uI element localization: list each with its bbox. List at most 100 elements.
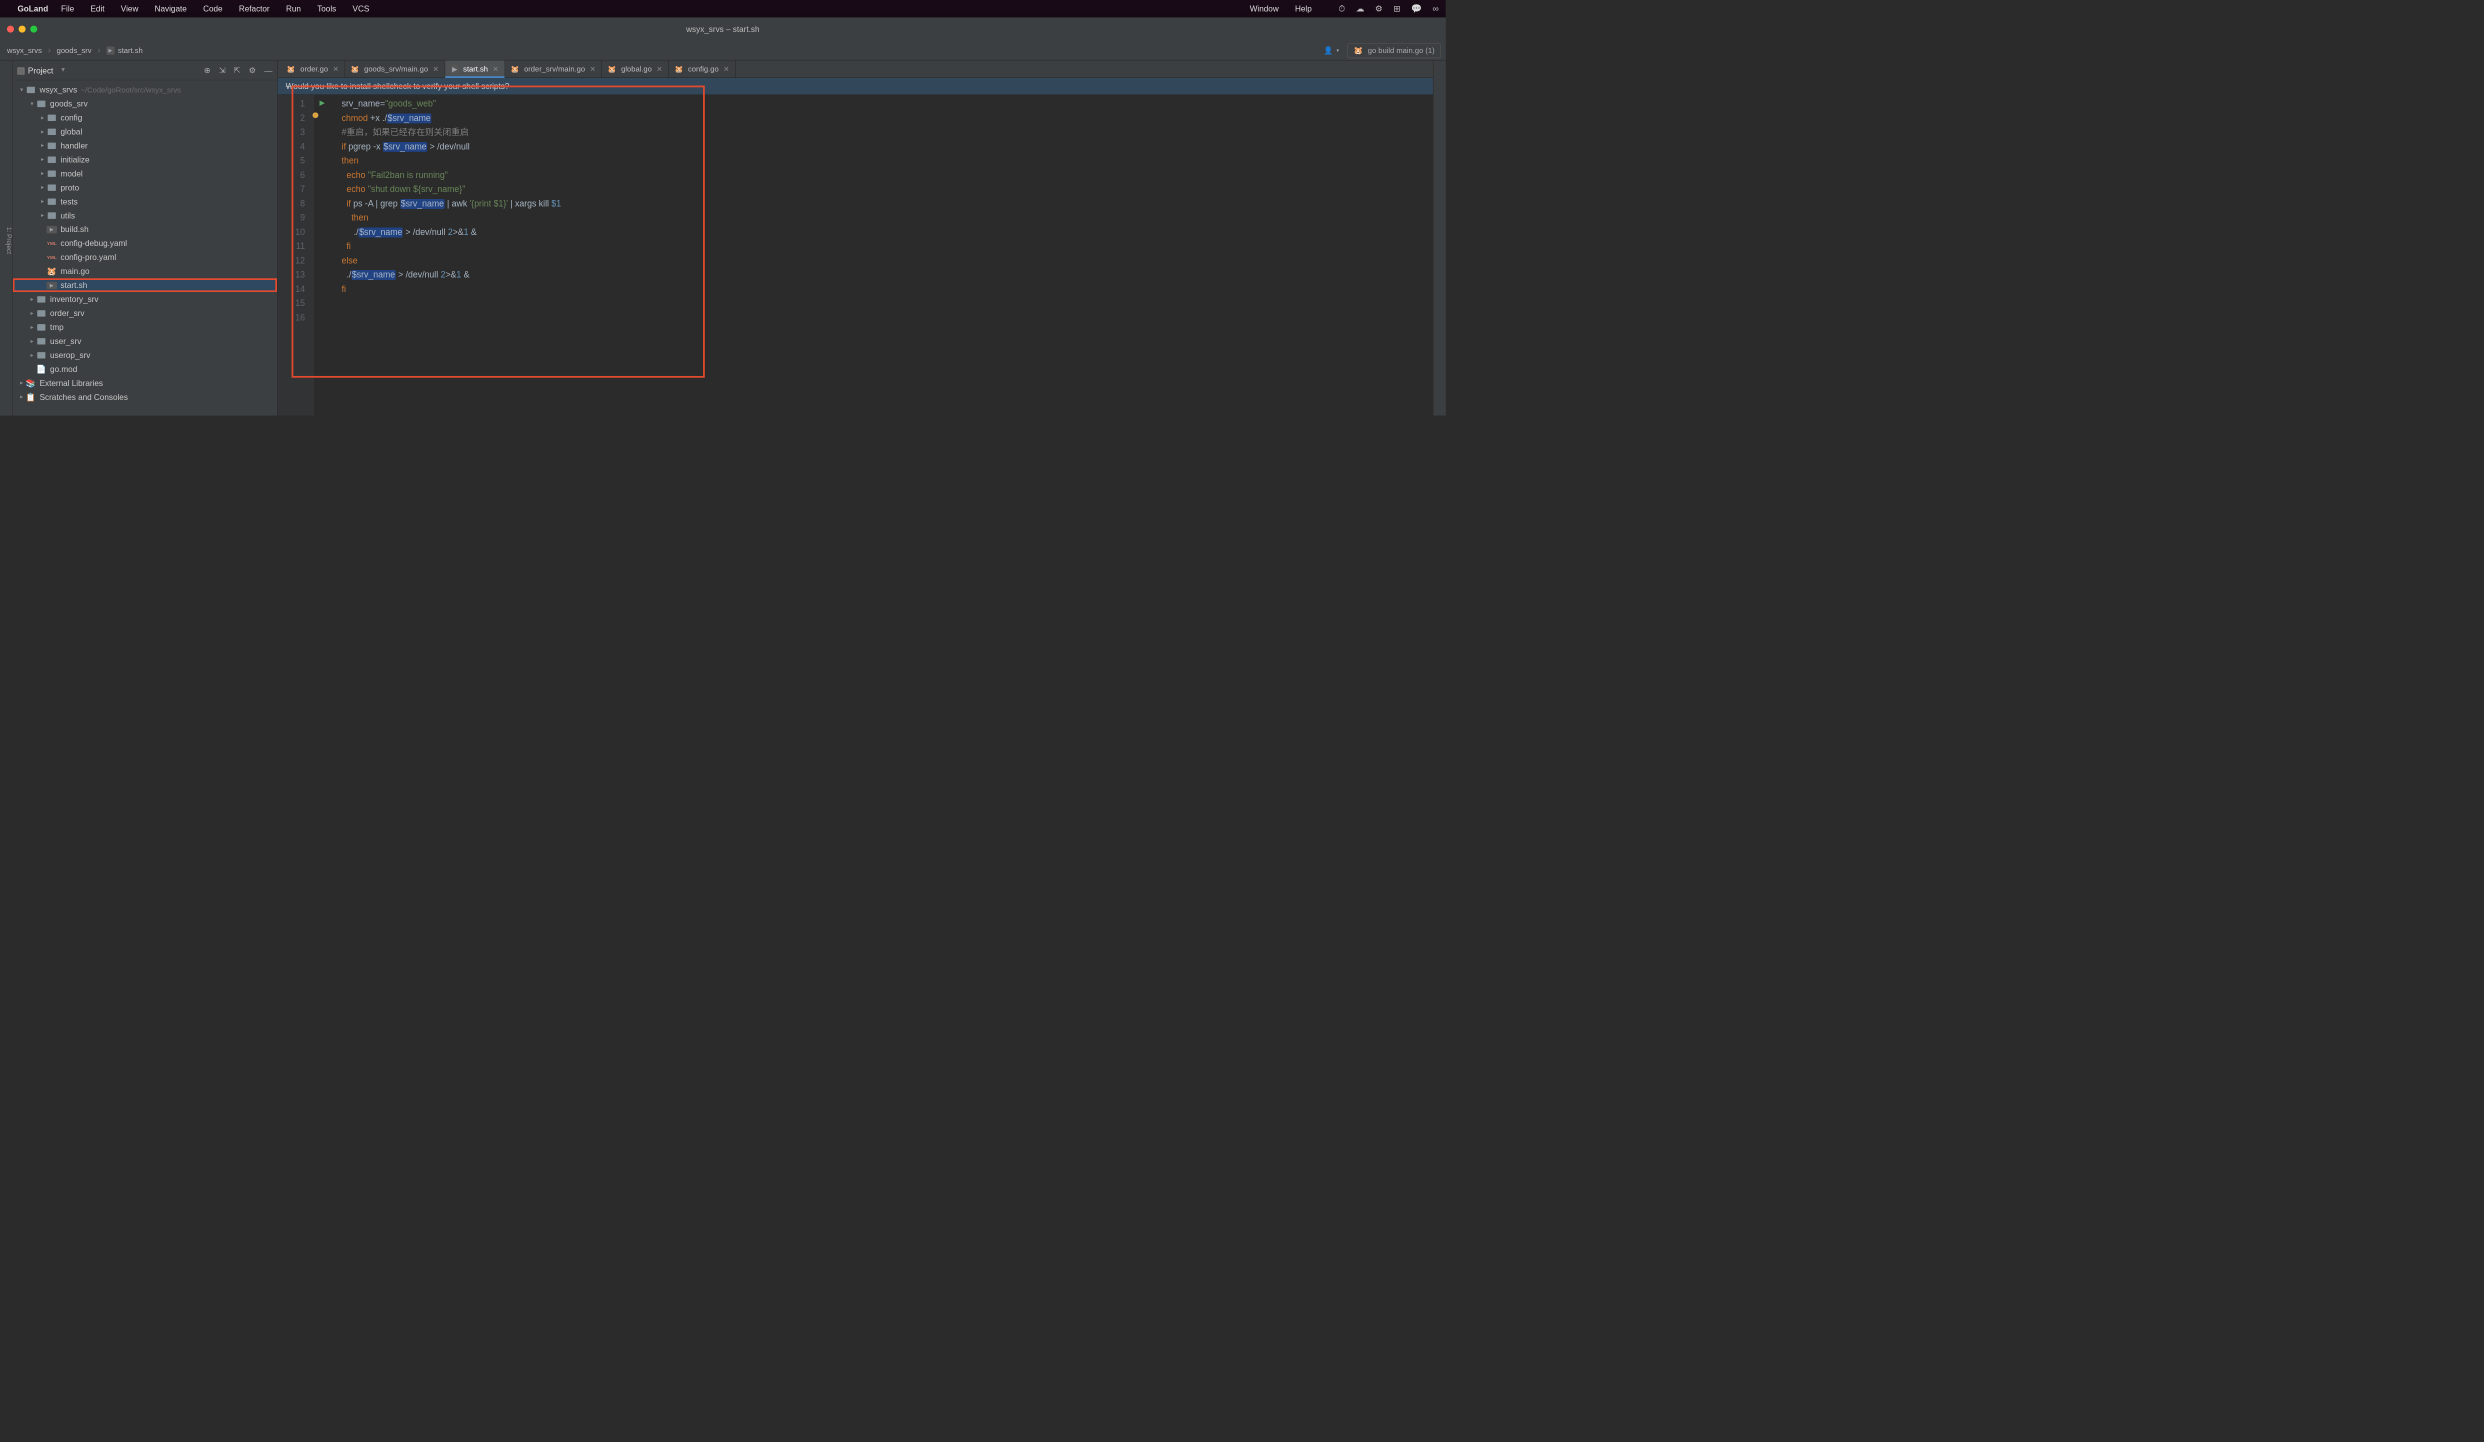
disclosure-icon[interactable]: ▸ — [28, 324, 36, 330]
locate-icon[interactable]: ⊕ — [204, 65, 211, 75]
line-number[interactable]: 3 — [278, 126, 305, 140]
line-number[interactable]: 10 — [278, 226, 305, 240]
tree-row[interactable]: ▶build.sh — [13, 222, 277, 236]
tree-row[interactable]: ▸initialize — [13, 152, 277, 166]
minimize-button[interactable] — [19, 26, 26, 33]
editor-tab[interactable]: 🐹order.go✕ — [281, 61, 345, 78]
code-line[interactable]: #重启，如果已经存在则关闭重启 — [342, 126, 561, 140]
disclosure-icon[interactable]: ▸ — [38, 170, 46, 176]
menu-navigate[interactable]: Navigate — [155, 4, 187, 13]
disclosure-icon[interactable]: ▸ — [17, 394, 25, 400]
disclosure-icon[interactable]: ▸ — [28, 338, 36, 344]
code-line[interactable]: srv_name="goods_web" — [342, 97, 561, 111]
menu-code[interactable]: Code — [203, 4, 222, 13]
close-icon[interactable]: ✕ — [723, 65, 729, 73]
tree-row[interactable]: ▸user_srv — [13, 334, 277, 348]
project-panel-title[interactable]: Project ▼ — [17, 65, 66, 74]
tray-icon-4[interactable]: ⊞ — [1393, 3, 1400, 13]
tree-row[interactable]: ▸utils — [13, 208, 277, 222]
gear-icon[interactable]: ⚙ — [249, 65, 256, 75]
code-line[interactable] — [342, 311, 561, 325]
line-number[interactable]: 1 — [278, 97, 305, 111]
editor-tab[interactable]: 🐹order_srv/main.go✕ — [505, 61, 602, 78]
expand-all-icon[interactable]: ⇲ — [219, 65, 226, 75]
tree-row[interactable]: ▸📚External Libraries — [13, 376, 277, 390]
line-number[interactable]: 15 — [278, 297, 305, 311]
tree-row[interactable]: ▸proto — [13, 180, 277, 194]
disclosure-icon[interactable]: ▸ — [28, 352, 36, 358]
menu-file[interactable]: File — [61, 4, 74, 13]
code-line[interactable]: chmod +x ./$srv_name — [342, 111, 561, 125]
editor-tab[interactable]: 🐹config.go✕ — [669, 61, 736, 78]
code-line[interactable] — [342, 297, 561, 311]
maximize-button[interactable] — [30, 26, 37, 33]
menu-run[interactable]: Run — [286, 4, 301, 13]
tree-row[interactable]: ▸tmp — [13, 320, 277, 334]
menu-view[interactable]: View — [121, 4, 139, 13]
tree-row[interactable]: 🐹main.go — [13, 264, 277, 278]
disclosure-icon[interactable]: ▸ — [38, 114, 46, 120]
collapse-all-icon[interactable]: ⇱ — [234, 65, 241, 75]
code-line[interactable]: if ps -A | grep $srv_name | awk '{print … — [342, 197, 561, 211]
tree-row[interactable]: ▶start.sh — [13, 278, 277, 292]
line-gutter[interactable]: 12345678910111213141516 — [278, 95, 314, 416]
editor-body[interactable]: 12345678910111213141516 ▶ srv_name="good… — [278, 95, 1433, 416]
hide-icon[interactable]: — — [264, 65, 272, 74]
code-line[interactable]: fi — [342, 240, 561, 254]
tray-icon-5[interactable]: 💬 — [1411, 3, 1422, 13]
close-icon[interactable]: ✕ — [493, 65, 499, 73]
line-number[interactable]: 11 — [278, 240, 305, 254]
disclosure-icon[interactable]: ▸ — [17, 380, 25, 386]
tree-row[interactable]: 📄go.mod — [13, 362, 277, 376]
menu-vcs[interactable]: VCS — [353, 4, 370, 13]
close-icon[interactable]: ✕ — [333, 65, 339, 73]
close-icon[interactable]: ✕ — [657, 65, 663, 73]
disclosure-icon[interactable]: ▸ — [38, 198, 46, 204]
tree-row[interactable]: ▸inventory_srv — [13, 292, 277, 306]
tree-row[interactable]: YMLconfig-debug.yaml — [13, 236, 277, 250]
code-line[interactable]: if pgrep -x $srv_name > /dev/null — [342, 140, 561, 154]
code-content[interactable]: srv_name="goods_web"chmod +x ./$srv_name… — [314, 95, 561, 416]
left-tool-strip[interactable]: 1: Project — [0, 61, 13, 416]
disclosure-icon[interactable]: ▾ — [28, 100, 36, 106]
menu-help[interactable]: Help — [1295, 4, 1312, 13]
editor-tab[interactable]: 🐹goods_srv/main.go✕ — [345, 61, 445, 78]
run-config-selector[interactable]: 🐹go build main.go (1) — [1347, 43, 1441, 58]
editor-tab[interactable]: ▶start.sh✕ — [445, 61, 505, 78]
close-button[interactable] — [7, 26, 14, 33]
breadcrumb[interactable]: ▶start.sh — [104, 46, 145, 55]
disclosure-icon[interactable]: ▸ — [38, 212, 46, 218]
disclosure-icon[interactable]: ▸ — [28, 310, 36, 316]
code-line[interactable]: then — [342, 211, 561, 225]
tree-row[interactable]: ▸handler — [13, 139, 277, 153]
tray-icon-3[interactable]: ⚙ — [1375, 3, 1383, 13]
shellcheck-banner[interactable]: Would you like to install shellcheck to … — [278, 78, 1433, 95]
tray-icon-1[interactable]: ⏱ — [1339, 4, 1346, 14]
tree-row[interactable]: ▸📋Scratches and Consoles — [13, 390, 277, 404]
code-line[interactable]: echo "Fail2ban is running" — [342, 168, 561, 182]
tree-row[interactable]: ▸tests — [13, 194, 277, 208]
code-line[interactable]: then — [342, 154, 561, 168]
menu-tools[interactable]: Tools — [317, 4, 336, 13]
line-number[interactable]: 13 — [278, 268, 305, 282]
tree-row[interactable]: ▸model — [13, 166, 277, 180]
code-line[interactable]: echo "shut down ${srv_name}" — [342, 183, 561, 197]
line-number[interactable]: 9 — [278, 211, 305, 225]
tree-row[interactable]: ▸global — [13, 125, 277, 139]
disclosure-icon[interactable]: ▸ — [38, 184, 46, 190]
menu-refactor[interactable]: Refactor — [239, 4, 270, 13]
breadcrumb[interactable]: wsyx_srvs — [5, 46, 45, 55]
code-line[interactable]: ./$srv_name > /dev/null 2>&1 & — [342, 268, 561, 282]
tray-icon-2[interactable]: ☁ — [1356, 3, 1365, 13]
line-number[interactable]: 7 — [278, 183, 305, 197]
app-name[interactable]: GoLand — [17, 4, 48, 13]
tree-row[interactable]: ▾wsyx_srvs~/Code/goRoot/src/wsyx_srvs — [13, 83, 277, 97]
close-icon[interactable]: ✕ — [433, 65, 439, 73]
disclosure-icon[interactable]: ▸ — [38, 156, 46, 162]
code-line[interactable]: fi — [342, 283, 561, 297]
project-tree[interactable]: ▾wsyx_srvs~/Code/goRoot/src/wsyx_srvs▾go… — [13, 80, 277, 415]
user-icon[interactable]: 👤▾ — [1324, 46, 1340, 55]
line-number[interactable]: 12 — [278, 254, 305, 268]
disclosure-icon[interactable]: ▸ — [38, 128, 46, 134]
line-number[interactable]: 4 — [278, 140, 305, 154]
